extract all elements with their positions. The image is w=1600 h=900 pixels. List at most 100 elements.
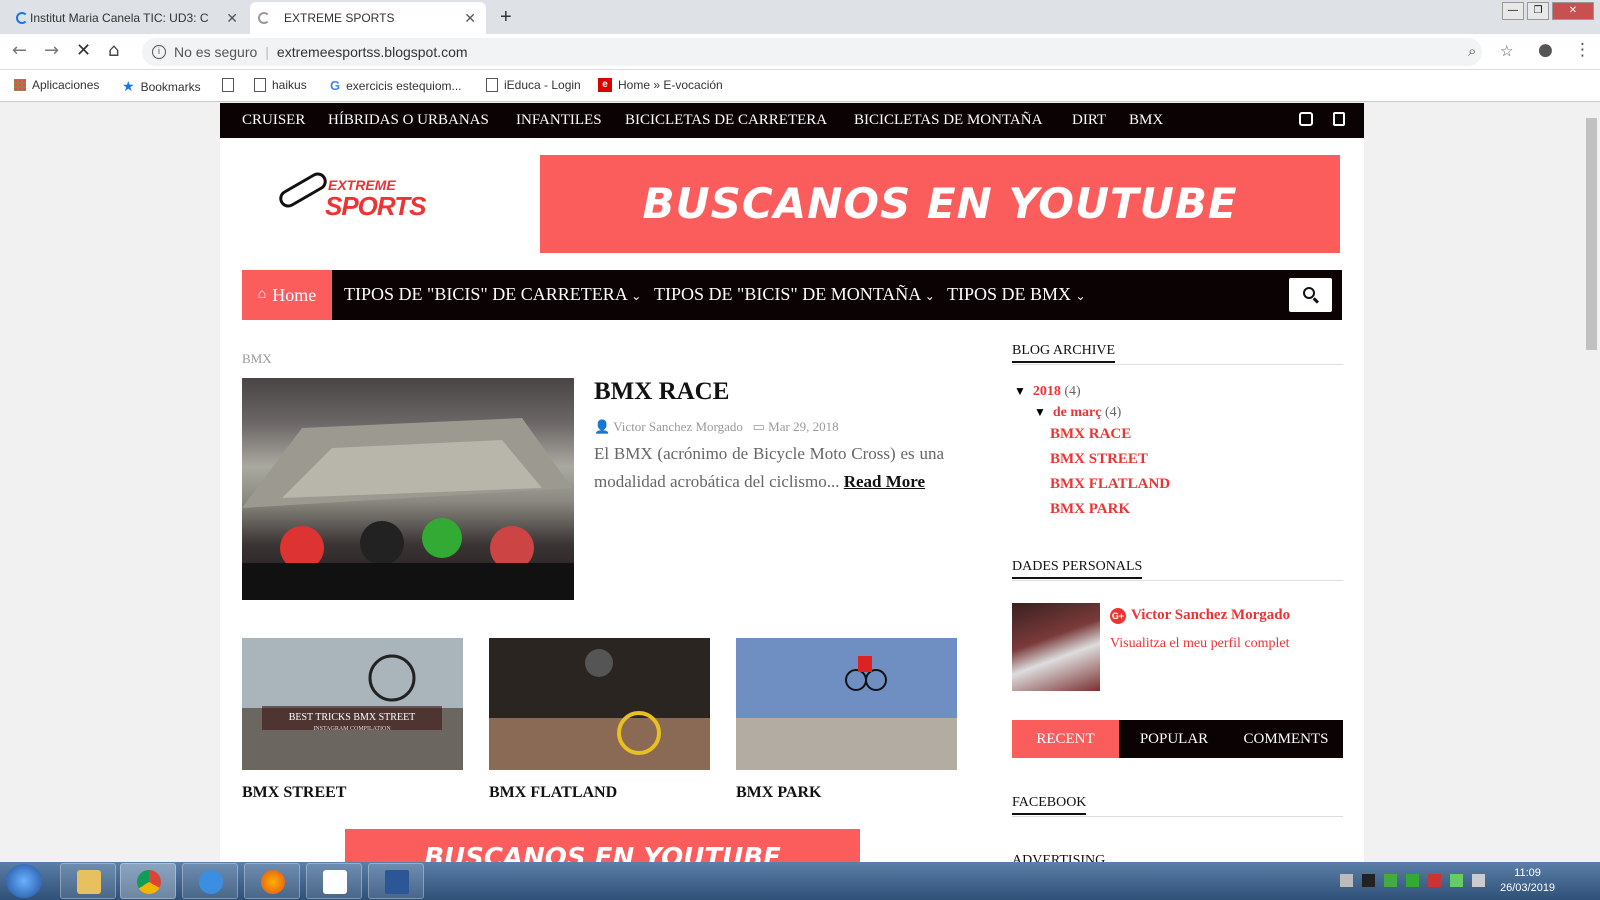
- blog-page: CRUISER HÍBRIDAS O URBANAS INFANTILES BI…: [220, 103, 1364, 863]
- topnav-bmx[interactable]: BMX: [1129, 112, 1163, 129]
- taskbar-explorer[interactable]: [60, 863, 116, 899]
- menu-icon[interactable]: ⋮: [1574, 40, 1591, 60]
- new-tab-button[interactable]: +: [500, 6, 512, 29]
- info-icon[interactable]: i: [152, 45, 166, 59]
- archive-year[interactable]: ▼ 2018 (4): [1014, 384, 1081, 400]
- facebook-heading: FACEBOOK: [1012, 795, 1343, 817]
- chevron-down-icon: ⌄: [631, 289, 642, 303]
- tray-icon[interactable]: [1340, 874, 1353, 887]
- tab-title: EXTREME SPORTS: [284, 11, 395, 25]
- bookmark-apps[interactable]: Aplicaciones: [14, 78, 99, 92]
- featured-post-title[interactable]: BMX RACE: [594, 378, 729, 406]
- tray-icon[interactable]: [1362, 874, 1375, 887]
- site-logo[interactable]: EXTREME SPORTS: [275, 169, 426, 223]
- tab-title: Institut Maria Canela TIC: UD3: C: [30, 11, 209, 25]
- thumb-bmx-flatland[interactable]: [489, 638, 710, 770]
- bookmark-exercicis[interactable]: G exercicis estequiom...: [330, 78, 462, 93]
- thumb-bmx-park[interactable]: [736, 638, 957, 770]
- page-icon: [254, 78, 266, 92]
- thumb-title-street[interactable]: BMX STREET: [242, 784, 346, 802]
- main-nav: ⌂ Home TIPOS DE "BICIS" DE CARRETERA ⌄ T…: [242, 270, 1342, 320]
- windows-taskbar: 11:09 26/03/2019: [0, 862, 1600, 900]
- chrome-icon: [137, 870, 161, 894]
- back-arrow-icon[interactable]: ←: [12, 40, 27, 61]
- bookmark-bookmarks[interactable]: ★ Bookmarks: [122, 78, 201, 95]
- thumb-title-flatland[interactable]: BMX FLATLAND: [489, 784, 617, 802]
- search-button[interactable]: [1289, 278, 1332, 312]
- taskbar-firefox[interactable]: [244, 863, 300, 899]
- tray-icon[interactable]: [1406, 874, 1419, 887]
- topnav-infantiles[interactable]: INFANTILES: [516, 112, 602, 129]
- thumb-overlay-title: BEST TRICKS BMX STREET: [289, 712, 416, 723]
- nav-tipos-montana[interactable]: TIPOS DE "BICIS" DE MONTAÑA ⌄: [654, 284, 935, 305]
- chevron-down-icon: ⌄: [1075, 289, 1086, 303]
- sidebar-tabs: RECENT POPULAR COMMENTS: [1012, 720, 1343, 758]
- view-profile-link[interactable]: Visualitza el meu perfil complet: [1110, 636, 1290, 652]
- tab-recent[interactable]: RECENT: [1012, 720, 1119, 758]
- archive-post-street[interactable]: BMX STREET: [1050, 451, 1148, 468]
- close-tab-icon[interactable]: ✕: [226, 10, 238, 27]
- nav-tipos-carretera[interactable]: TIPOS DE "BICIS" DE CARRETERA ⌄: [344, 284, 641, 305]
- bookmark-blank[interactable]: [222, 78, 234, 92]
- tray-icon[interactable]: [1384, 874, 1397, 887]
- read-more-link[interactable]: Read More: [844, 472, 925, 491]
- topnav-hibridas[interactable]: HÍBRIDAS O URBANAS: [328, 112, 489, 129]
- browser-tab-institut[interactable]: Institut Maria Canela TIC: UD3: C ✕: [8, 2, 248, 34]
- close-tab-icon[interactable]: ✕: [464, 10, 476, 27]
- archive-post-flatland[interactable]: BMX FLATLAND: [1050, 476, 1170, 493]
- instagram-icon[interactable]: [1299, 112, 1313, 126]
- tray-icon[interactable]: [1428, 874, 1441, 887]
- tab-comments[interactable]: COMMENTS: [1229, 720, 1343, 758]
- dropbox-icon: [323, 870, 347, 894]
- bookmark-haikus[interactable]: haikus: [254, 78, 307, 92]
- taskbar-word[interactable]: [368, 863, 424, 899]
- volume-icon[interactable]: [1472, 874, 1485, 887]
- archive-post-park[interactable]: BMX PARK: [1050, 501, 1130, 518]
- avatar[interactable]: [1012, 603, 1100, 691]
- profile-name[interactable]: G+ Victor Sanchez Morgado: [1110, 607, 1290, 624]
- minimize-button[interactable]: —: [1502, 2, 1524, 20]
- security-status: No es seguro: [174, 44, 258, 60]
- topnav-dirt[interactable]: DIRT: [1072, 112, 1106, 129]
- scrollbar-thumb[interactable]: [1586, 118, 1597, 350]
- taskbar-dropbox[interactable]: [306, 863, 362, 899]
- stop-icon[interactable]: ✕: [76, 40, 91, 61]
- youtube-icon[interactable]: [1333, 112, 1345, 126]
- topnav-cruiser[interactable]: CRUISER: [242, 112, 305, 129]
- topnav-carretera[interactable]: BICICLETAS DE CARRETERA: [625, 112, 827, 129]
- archive-post-race[interactable]: BMX RACE: [1050, 426, 1131, 443]
- tab-popular[interactable]: POPULAR: [1119, 720, 1229, 758]
- taskbar-chrome[interactable]: [120, 863, 176, 899]
- bookmark-star-icon[interactable]: ☆: [1500, 42, 1513, 60]
- taskbar-clock[interactable]: 11:09 26/03/2019: [1500, 866, 1555, 896]
- archive-month[interactable]: ▼ de març (4): [1034, 405, 1121, 421]
- url-text: extremeesportss.blogspot.com: [276, 44, 468, 60]
- profile-icon[interactable]: ●: [1538, 40, 1553, 60]
- zoom-icon[interactable]: ⌕: [1468, 42, 1476, 60]
- top-category-nav: CRUISER HÍBRIDAS O URBANAS INFANTILES BI…: [220, 103, 1364, 138]
- forward-arrow-icon[interactable]: →: [44, 40, 59, 61]
- close-window-button[interactable]: ✕: [1552, 2, 1594, 20]
- maximize-button[interactable]: ❐: [1527, 2, 1549, 20]
- youtube-banner[interactable]: BUSCANOS EN YOUTUBE: [540, 155, 1340, 253]
- home-icon[interactable]: ⌂: [108, 40, 119, 61]
- thumb-title-park[interactable]: BMX PARK: [736, 784, 821, 802]
- thumb-bmx-street[interactable]: BEST TRICKS BMX STREET INSTAGRAM COMPILA…: [242, 638, 463, 770]
- bmx-park-photo: [736, 638, 957, 770]
- youtube-banner-bottom[interactable]: BUSCANOS EN YOUTUBE: [345, 829, 860, 863]
- tray-icon[interactable]: [1450, 874, 1463, 887]
- nav-home[interactable]: ⌂ Home: [242, 270, 332, 320]
- nav-tipos-bmx[interactable]: TIPOS DE BMX ⌄: [947, 284, 1086, 305]
- bmx-street-photo: BEST TRICKS BMX STREET INSTAGRAM COMPILA…: [242, 638, 463, 770]
- topnav-montana[interactable]: BICICLETAS DE MONTAÑA: [854, 112, 1042, 129]
- taskbar-ie[interactable]: [182, 863, 238, 899]
- post-author[interactable]: Victor Sanchez Morgado: [613, 419, 743, 434]
- featured-post-image[interactable]: [242, 378, 574, 600]
- address-bar[interactable]: i No es seguro | extremeesportss.blogspo…: [142, 38, 1482, 66]
- browser-tab-extreme-sports[interactable]: EXTREME SPORTS ✕: [250, 2, 486, 34]
- skateboard-icon: [275, 169, 331, 211]
- bookmark-evocacion[interactable]: e Home » E-vocación: [598, 78, 723, 92]
- post-label[interactable]: BMX: [242, 351, 272, 367]
- start-button[interactable]: [6, 864, 42, 898]
- bookmark-ieduca[interactable]: iEduca - Login: [486, 78, 581, 92]
